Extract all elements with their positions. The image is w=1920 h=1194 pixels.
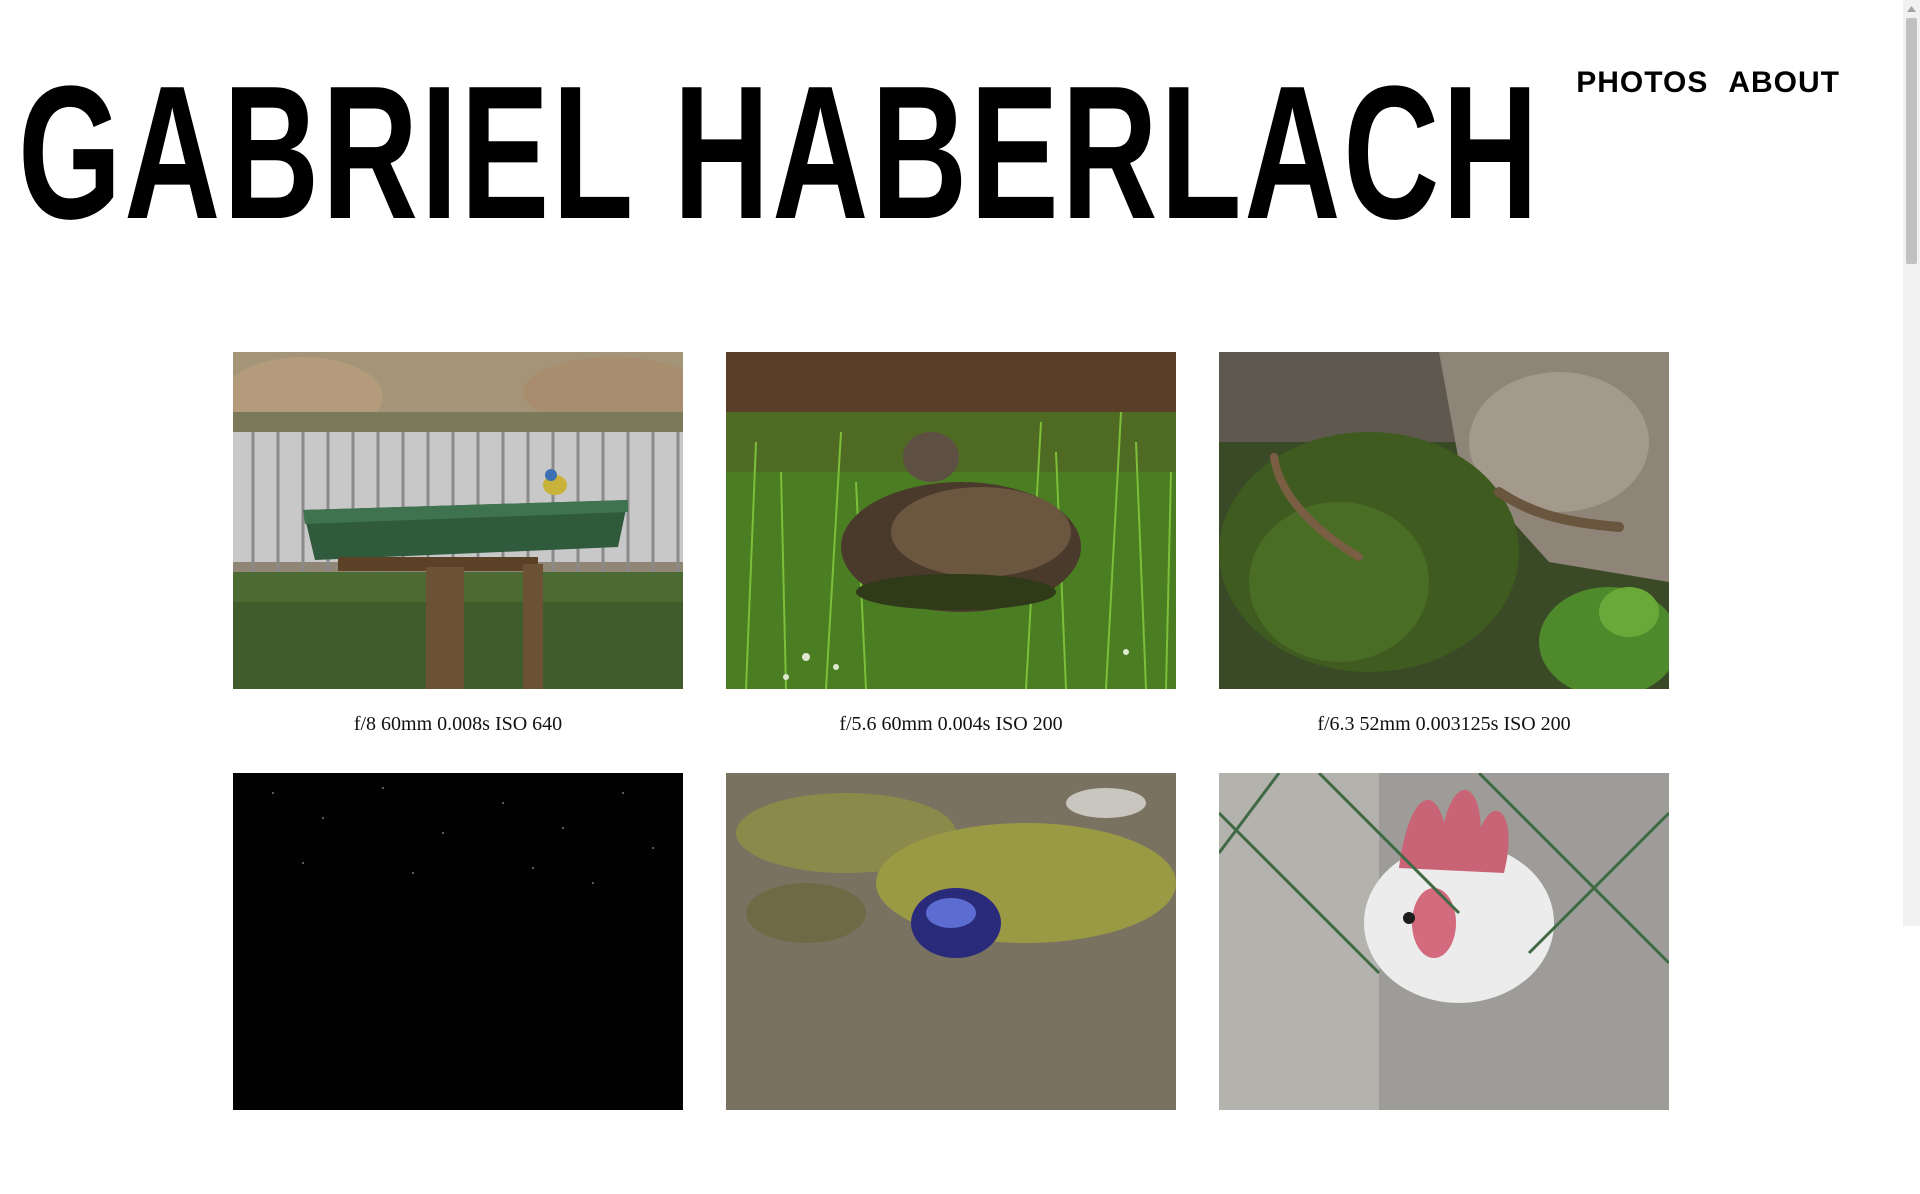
main-nav: PHOTOS ABOUT [1576, 66, 1840, 100]
photo-exif-caption: f/6.3 52mm 0.003125s ISO 200 [1317, 713, 1571, 735]
vertical-scrollbar[interactable] [1903, 0, 1920, 926]
gallery-card: f/5.6 60mm 0.004s ISO 200 [726, 352, 1176, 773]
scrollbar-thumb[interactable] [1906, 18, 1917, 264]
photo-night-sky[interactable] [233, 773, 683, 1110]
gallery-card [233, 773, 683, 1194]
photo-gallery: f/8 60mm 0.008s ISO 640 f/5.6 60mm 0.004… [233, 352, 1669, 1194]
photo-beetle[interactable] [726, 773, 1176, 1110]
scroll-up-arrow-icon[interactable] [1903, 0, 1920, 17]
gallery-card: f/6.3 52mm 0.003125s ISO 200 [1219, 352, 1669, 773]
photo-exif-caption: f/5.6 60mm 0.004s ISO 200 [839, 713, 1063, 735]
gallery-card [726, 773, 1176, 1194]
gallery-card: f/8 60mm 0.008s ISO 640 [233, 352, 683, 773]
photo-exif-caption: f/8 60mm 0.008s ISO 640 [353, 713, 563, 735]
photo-rooster[interactable] [1219, 773, 1669, 1110]
nav-photos-link[interactable]: PHOTOS [1576, 66, 1708, 100]
site-title[interactable]: GABRIEL HABERLACH [18, 58, 1541, 248]
photo-duck[interactable] [726, 352, 1176, 689]
nav-about-link[interactable]: ABOUT [1728, 66, 1840, 100]
photo-bird-feeder[interactable] [233, 352, 683, 689]
photo-lizards[interactable] [1219, 352, 1669, 689]
gallery-card [1219, 773, 1669, 1194]
